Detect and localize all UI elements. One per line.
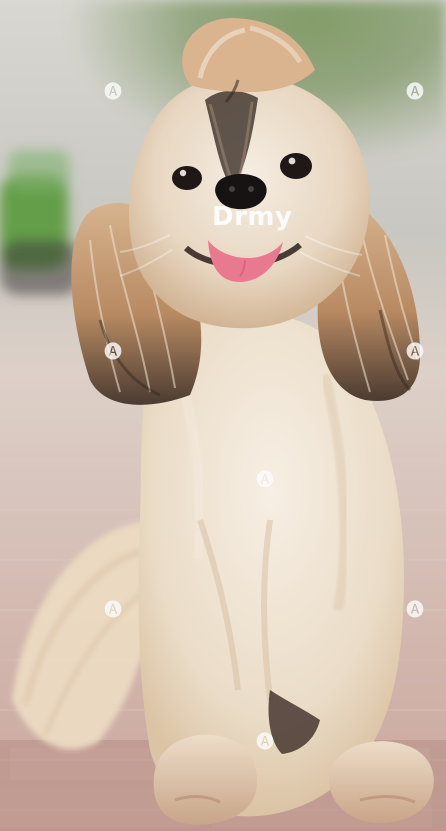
car-blur [0,150,80,295]
nose [215,174,267,210]
dog-photo-illustration [0,0,446,831]
photo: 🅐 🅐 🅐 🅐 🅐 🅐 🅐 🅐 Drmy [0,0,446,831]
